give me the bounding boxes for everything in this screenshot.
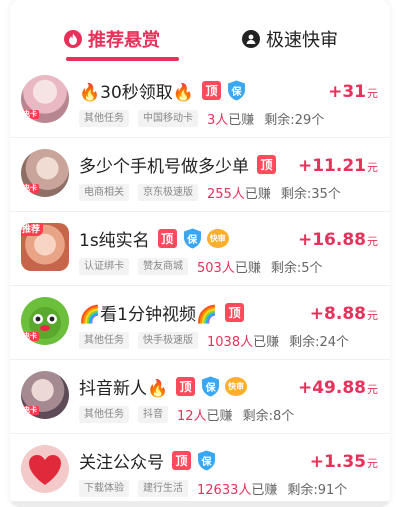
- earned-count: 12人已赚: [177, 409, 233, 424]
- category-tag: 电商相关: [79, 184, 129, 201]
- reward-amount: +31元: [328, 82, 378, 102]
- remaining-count: 剩余:35个: [280, 187, 341, 202]
- platform-tag: 赞友商城: [138, 258, 188, 275]
- avatar-tag: 电卡: [21, 332, 39, 341]
- avatar: 电卡: [21, 149, 69, 197]
- active-tab-indicator: [66, 57, 179, 61]
- tab-label: 极速快审: [266, 30, 338, 51]
- task-title-line: 抖音新人🔥 顶 保 快审: [79, 374, 248, 399]
- guarantee-label: 保: [187, 235, 198, 246]
- heart-avatar-icon: [29, 455, 61, 485]
- task-row[interactable]: 关注公众号 顶 保 下载体验 建行生活 12633人已赚 剩余:91个 +1.3…: [10, 433, 390, 507]
- task-meta: 下载体验 建行生活 12633人已赚 剩余:91个: [79, 479, 347, 498]
- remaining-count: 剩余:24个: [289, 335, 350, 350]
- earned-count: 255人已赚: [207, 187, 271, 202]
- reward-amount: +49.88元: [297, 378, 378, 398]
- task-title: 抖音新人🔥: [79, 379, 169, 399]
- guarantee-label: 保: [205, 383, 216, 394]
- top-badge: 顶: [225, 303, 245, 322]
- fast-review-badge: 快审: [225, 377, 248, 396]
- task-title: 🌈看1分钟视频🌈: [79, 305, 218, 325]
- avatar: 电卡: [21, 75, 69, 123]
- guarantee-shield-icon: 保: [201, 376, 220, 397]
- remaining-count: 剩余:91个: [287, 483, 348, 498]
- task-row[interactable]: 电卡 抖音新人🔥 顶 保 快审 其他任务 抖音 12人已赚 剩余:8个 +49.…: [10, 359, 390, 433]
- task-title: 关注公众号: [79, 453, 164, 473]
- fast-review-badge: 快审: [206, 229, 229, 248]
- task-meta: 其他任务 中国移动卡 3人已赚 剩余:29个: [79, 109, 324, 128]
- category-tag: 其他任务: [79, 332, 129, 349]
- remaining-count: 剩余:29个: [264, 113, 325, 128]
- avatar-tag: 电卡: [21, 184, 39, 193]
- earned-count: 1038人已赚: [207, 335, 280, 350]
- platform-tag: 京东极速版: [138, 184, 198, 201]
- avatar: 电卡: [21, 371, 69, 419]
- next-item-edge: [10, 501, 390, 507]
- reward-amount: +8.88元: [309, 304, 378, 324]
- guarantee-shield-icon: 保: [227, 80, 246, 101]
- platform-tag: 快手极速版: [138, 332, 198, 349]
- task-title-line: 关注公众号 顶 保: [79, 448, 221, 473]
- tab-fast-review[interactable]: 极速快审: [242, 27, 338, 51]
- top-badge: 顶: [176, 377, 196, 396]
- tab-recommended[interactable]: 推荐悬赏: [64, 27, 160, 51]
- task-row[interactable]: 推荐 1s纯实名 顶 保 快审 认证绑卡 赞友商城 503人已赚 剩余:5个 +…: [10, 211, 390, 285]
- task-row[interactable]: 电卡 🔥30秒领取🔥 顶 保 其他任务 中国移动卡 3人已赚 剩余:29个 +3…: [10, 64, 390, 137]
- remaining-count: 剩余:8个: [242, 409, 295, 424]
- task-list: 电卡 🔥30秒领取🔥 顶 保 其他任务 中国移动卡 3人已赚 剩余:29个 +3…: [10, 64, 390, 507]
- earned-count: 503人已赚: [197, 261, 261, 276]
- task-meta: 认证绑卡 赞友商城 503人已赚 剩余:5个: [79, 257, 323, 276]
- task-title: 1s纯实名: [79, 231, 150, 251]
- guarantee-label: 保: [201, 457, 212, 468]
- task-title-line: 🌈看1分钟视频🌈 顶: [79, 300, 250, 325]
- task-title-line: 🔥30秒领取🔥 顶 保: [79, 78, 251, 103]
- platform-tag: 建行生活: [138, 480, 188, 497]
- category-tag: 其他任务: [79, 110, 129, 127]
- earned-count: 3人已赚: [207, 113, 255, 128]
- category-tag: 其他任务: [79, 406, 129, 423]
- reward-amount: +11.21元: [297, 156, 378, 176]
- task-row[interactable]: 电卡 多少个手机号做多少单 顶 电商相关 京东极速版 255人已赚 剩余:35个…: [10, 137, 390, 211]
- tab-label: 推荐悬赏: [88, 30, 160, 51]
- task-meta: 其他任务 抖音 12人已赚 剩余:8个: [79, 405, 294, 424]
- top-badge: 顶: [157, 229, 177, 248]
- platform-tag: 抖音: [138, 406, 168, 423]
- guarantee-shield-icon: 保: [183, 228, 202, 249]
- category-tag: 下载体验: [79, 480, 129, 497]
- tab-bar: 推荐悬赏 极速快审: [10, 0, 390, 66]
- task-meta: 电商相关 京东极速版 255人已赚 剩余:35个: [79, 183, 341, 202]
- top-badge: 顶: [201, 81, 221, 100]
- user-icon: [242, 30, 260, 48]
- guarantee-label: 保: [231, 87, 242, 98]
- avatar: [21, 445, 69, 493]
- category-tag: 认证绑卡: [79, 258, 129, 275]
- avatar-tag: 电卡: [21, 110, 39, 119]
- task-row[interactable]: 电卡 🌈看1分钟视频🌈 顶 其他任务 快手极速版 1038人已赚 剩余:24个 …: [10, 285, 390, 359]
- avatar-tag: 电卡: [21, 406, 39, 415]
- platform-tag: 中国移动卡: [138, 110, 198, 127]
- avatar: 电卡: [21, 297, 69, 345]
- top-badge: 顶: [172, 451, 191, 470]
- reward-amount: +16.88元: [297, 230, 378, 250]
- task-card: 推荐悬赏 极速快审 电卡 🔥30秒领取🔥 顶 保 其他任务 中国移动卡 3人已赚…: [10, 0, 390, 507]
- remaining-count: 剩余:5个: [270, 261, 323, 276]
- task-title-line: 1s纯实名 顶 保 快审: [79, 226, 229, 251]
- task-title-line: 多少个手机号做多少单 顶: [79, 152, 282, 177]
- task-title: 多少个手机号做多少单: [79, 157, 249, 177]
- task-title: 🔥30秒领取🔥: [79, 83, 194, 103]
- reward-amount: +1.35元: [309, 452, 378, 472]
- avatar-tag: 推荐: [21, 223, 44, 236]
- guarantee-shield-icon: 保: [197, 450, 216, 471]
- top-badge: 顶: [257, 155, 276, 174]
- avatar: 推荐: [21, 223, 69, 271]
- task-meta: 其他任务 快手极速版 1038人已赚 剩余:24个: [79, 331, 349, 350]
- fire-icon: [64, 30, 82, 48]
- earned-count: 12633人已赚: [197, 483, 278, 498]
